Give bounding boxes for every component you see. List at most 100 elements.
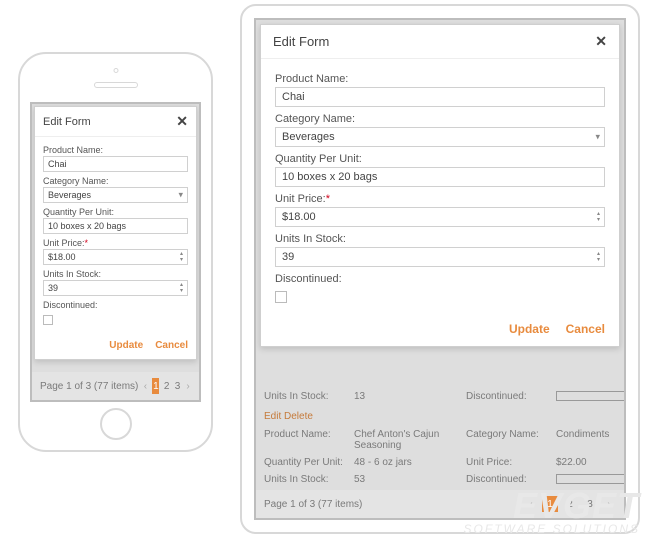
checkbox-icon [556, 474, 626, 484]
pager-page-2[interactable]: 2 [163, 378, 170, 394]
discontinued-checkbox[interactable] [275, 291, 287, 303]
category-name-dropdown[interactable]: Beverages ▾ [43, 187, 188, 203]
bg-cell: $22.00 [556, 457, 616, 468]
spin-icon: ▴▾ [180, 282, 183, 294]
bg-cell [556, 474, 616, 487]
modal-body: Product Name: Chai Category Name: Bevera… [261, 59, 619, 312]
bg-row: Units In Stock: 53 Discontinued: [256, 471, 624, 490]
product-name-value: Chai [282, 91, 305, 103]
edit-form-modal: Edit Form ✕ Product Name: Chai Category … [260, 24, 620, 347]
bg-cell: Discontinued: [466, 391, 556, 404]
pager-label: Page 1 of 3 (77 items) [264, 499, 362, 510]
unit-price-label: Unit Price:* [275, 193, 605, 205]
bg-cell: Chef Anton's Cajun Seasoning [354, 429, 466, 451]
unit-price-value: $18.00 [48, 252, 76, 262]
qty-per-unit-value: 10 boxes x 20 bags [282, 171, 377, 183]
pager-next-icon[interactable]: › [602, 497, 616, 511]
category-name-label: Category Name: [275, 113, 605, 125]
required-marker: * [85, 238, 89, 248]
modal-body: Product Name: Chai Category Name: Bevera… [35, 137, 196, 332]
category-name-dropdown[interactable]: Beverages ▾ [275, 127, 605, 147]
update-button[interactable]: Update [509, 322, 550, 336]
pager-prev-icon[interactable]: ‹ [142, 379, 148, 393]
bg-cell: Unit Price: [466, 457, 556, 468]
units-in-stock-value: 39 [48, 283, 58, 293]
units-in-stock-label: Units In Stock: [43, 269, 188, 279]
pager: Page 1 of 3 (77 items) ‹ 1 2 3 › [256, 490, 624, 518]
bg-cell: Product Name: [264, 429, 354, 451]
pager-prev-icon[interactable]: ‹ [524, 497, 538, 511]
update-button[interactable]: Update [109, 340, 143, 351]
units-in-stock-stepper[interactable]: 39 ▴▾ [43, 280, 188, 296]
bg-cell: 13 [354, 391, 466, 404]
pager-label: Page 1 of 3 (77 items) [40, 381, 138, 392]
pager-page-1[interactable]: 1 [542, 496, 558, 512]
phone-screen: Edit Delete Page 1 of 3 (77 items) ‹ 1 2… [30, 102, 201, 402]
modal-footer: Update Cancel [261, 312, 619, 346]
product-name-label: Product Name: [43, 145, 188, 155]
bg-cell: Units In Stock: [264, 391, 354, 404]
pager-page-1[interactable]: 1 [152, 378, 159, 394]
close-icon[interactable]: ✕ [595, 33, 607, 50]
qty-per-unit-input[interactable]: 10 boxes x 20 bags [275, 167, 605, 187]
modal-title: Edit Form [273, 34, 329, 49]
required-marker: * [326, 193, 330, 205]
product-name-input[interactable]: Chai [43, 156, 188, 172]
spin-icon: ▴▾ [180, 251, 183, 263]
unit-price-label: Unit Price:* [43, 238, 188, 248]
cancel-button[interactable]: Cancel [155, 340, 188, 351]
phone-camera [113, 68, 118, 73]
bg-cell: Condiments [556, 429, 616, 451]
spin-icon: ▴▾ [597, 211, 600, 223]
bg-cell: 48 - 6 oz jars [354, 457, 466, 468]
bg-cell [556, 391, 616, 404]
units-in-stock-label: Units In Stock: [275, 233, 605, 245]
qty-per-unit-value: 10 boxes x 20 bags [48, 221, 126, 231]
qty-per-unit-label: Quantity Per Unit: [43, 207, 188, 217]
pager-page-2[interactable]: 2 [562, 496, 578, 512]
chevron-down-icon: ▾ [595, 133, 600, 142]
modal-header: Edit Form ✕ [35, 107, 196, 137]
product-name-input[interactable]: Chai [275, 87, 605, 107]
tablet-device-frame: Units In Stock: 13 Discontinued: Edit De… [240, 4, 640, 534]
chevron-down-icon: ▾ [178, 191, 183, 200]
phone-speaker [94, 82, 138, 88]
bg-cell: Category Name: [466, 429, 556, 451]
modal-footer: Update Cancel [35, 332, 196, 359]
product-name-value: Chai [48, 159, 67, 169]
phone-device-frame: Edit Delete Page 1 of 3 (77 items) ‹ 1 2… [18, 52, 213, 452]
qty-per-unit-label: Quantity Per Unit: [275, 153, 605, 165]
bg-cell: 53 [354, 474, 466, 487]
bg-row: Quantity Per Unit: 48 - 6 oz jars Unit P… [256, 454, 624, 471]
unit-price-value: $18.00 [282, 211, 316, 223]
pager: Page 1 of 3 (77 items) ‹ 1 2 3 › [32, 372, 199, 400]
discontinued-checkbox[interactable] [43, 315, 53, 325]
bg-cell: Discontinued: [466, 474, 556, 487]
category-name-label: Category Name: [43, 176, 188, 186]
unit-price-stepper[interactable]: $18.00 ▴▾ [43, 249, 188, 265]
pager-next-icon[interactable]: › [185, 379, 191, 393]
edit-delete-links: Edit Delete [256, 407, 624, 426]
units-in-stock-stepper[interactable]: 39 ▴▾ [275, 247, 605, 267]
qty-per-unit-input[interactable]: 10 boxes x 20 bags [43, 218, 188, 234]
modal-header: Edit Form ✕ [261, 25, 619, 59]
edit-form-modal: Edit Form ✕ Product Name: Chai Category … [34, 106, 197, 360]
spin-icon: ▴▾ [597, 251, 600, 263]
tablet-screen: Units In Stock: 13 Discontinued: Edit De… [254, 18, 626, 520]
bg-row: Product Name: Chef Anton's Cajun Seasoni… [256, 426, 624, 454]
bg-row: Units In Stock: 13 Discontinued: [256, 388, 624, 407]
discontinued-label: Discontinued: [43, 300, 188, 310]
bg-cell: Units In Stock: [264, 474, 354, 487]
category-name-value: Beverages [282, 131, 335, 143]
phone-home-button [100, 408, 132, 440]
close-icon[interactable]: ✕ [176, 113, 188, 130]
pager-page-3[interactable]: 3 [174, 378, 181, 394]
modal-title: Edit Form [43, 116, 91, 128]
units-in-stock-value: 39 [282, 251, 294, 263]
checkbox-icon [556, 391, 626, 401]
category-name-value: Beverages [48, 190, 91, 200]
discontinued-label: Discontinued: [275, 273, 605, 285]
pager-page-3[interactable]: 3 [582, 496, 598, 512]
unit-price-stepper[interactable]: $18.00 ▴▾ [275, 207, 605, 227]
cancel-button[interactable]: Cancel [566, 322, 605, 336]
